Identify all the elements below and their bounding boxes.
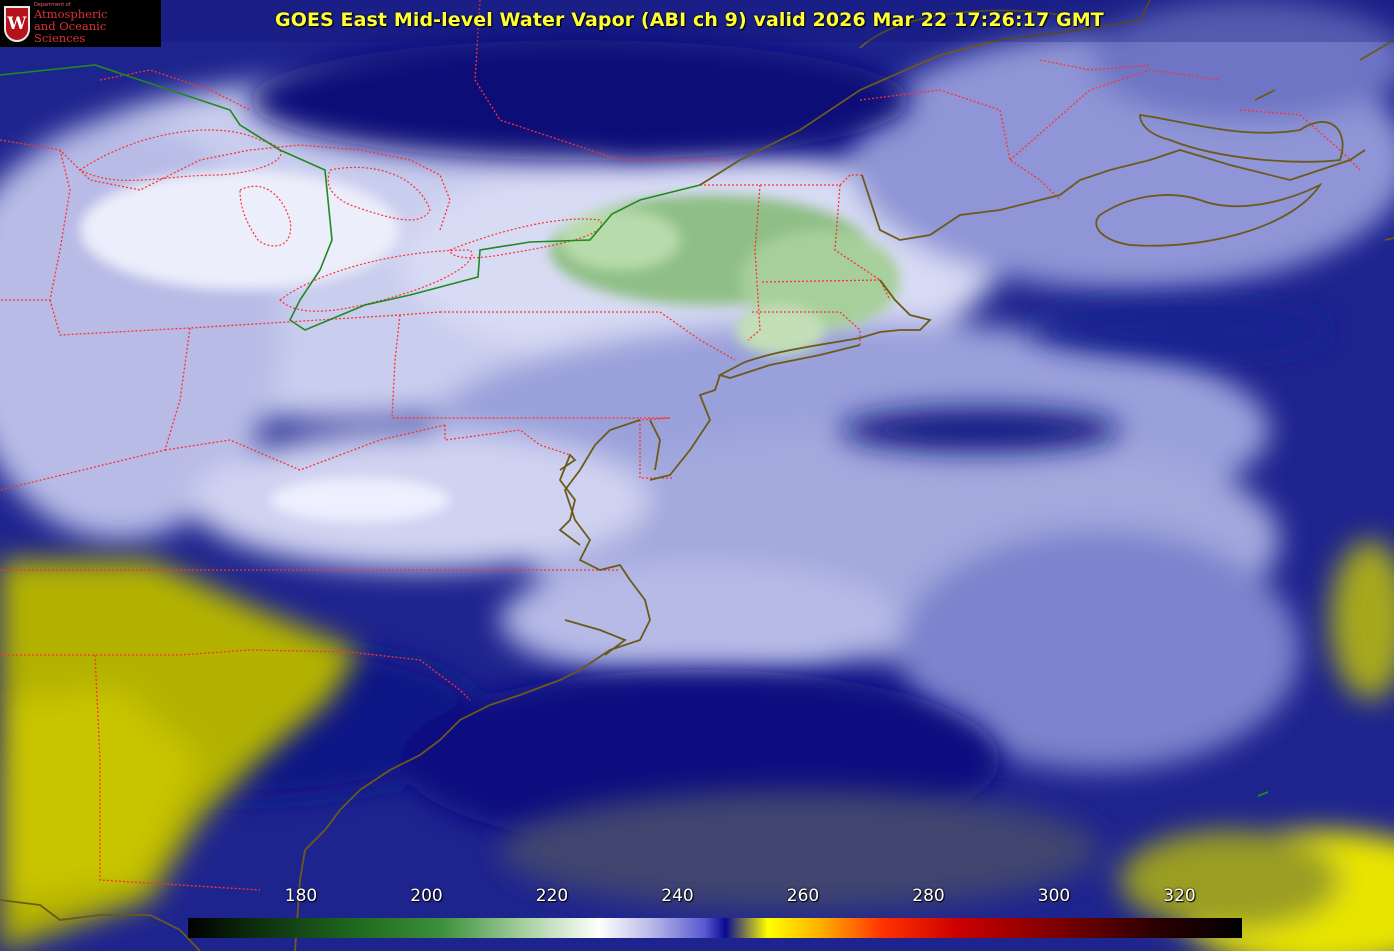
aos-department-logo[interactable]: W Department of Atmospheric and Oceanic … [0,0,161,47]
colorbar-tick-180: 180 [284,886,318,906]
colorbar-tick-280: 280 [912,886,945,906]
image-title: GOES East Mid-level Water Vapor (ABI ch … [275,9,1104,31]
colorbar-tick-300: 300 [1037,886,1071,906]
water-vapor-satellite-map [0,0,1394,951]
colorbar-tick-200: 200 [410,886,443,906]
logo-line-2: and Oceanic Sciences [33,19,107,46]
uw-crest-icon: W [4,5,30,42]
brightness-temperature-colorbar [188,918,1242,938]
colorbar-tick-260: 260 [786,886,820,906]
colorbar-tick-220: 220 [535,886,569,906]
logo-text: Department of Atmospheric and Oceanic Sc… [33,2,161,46]
colorbar-tick-320: 320 [1163,886,1196,906]
colorbar-tick-240: 240 [661,886,694,906]
